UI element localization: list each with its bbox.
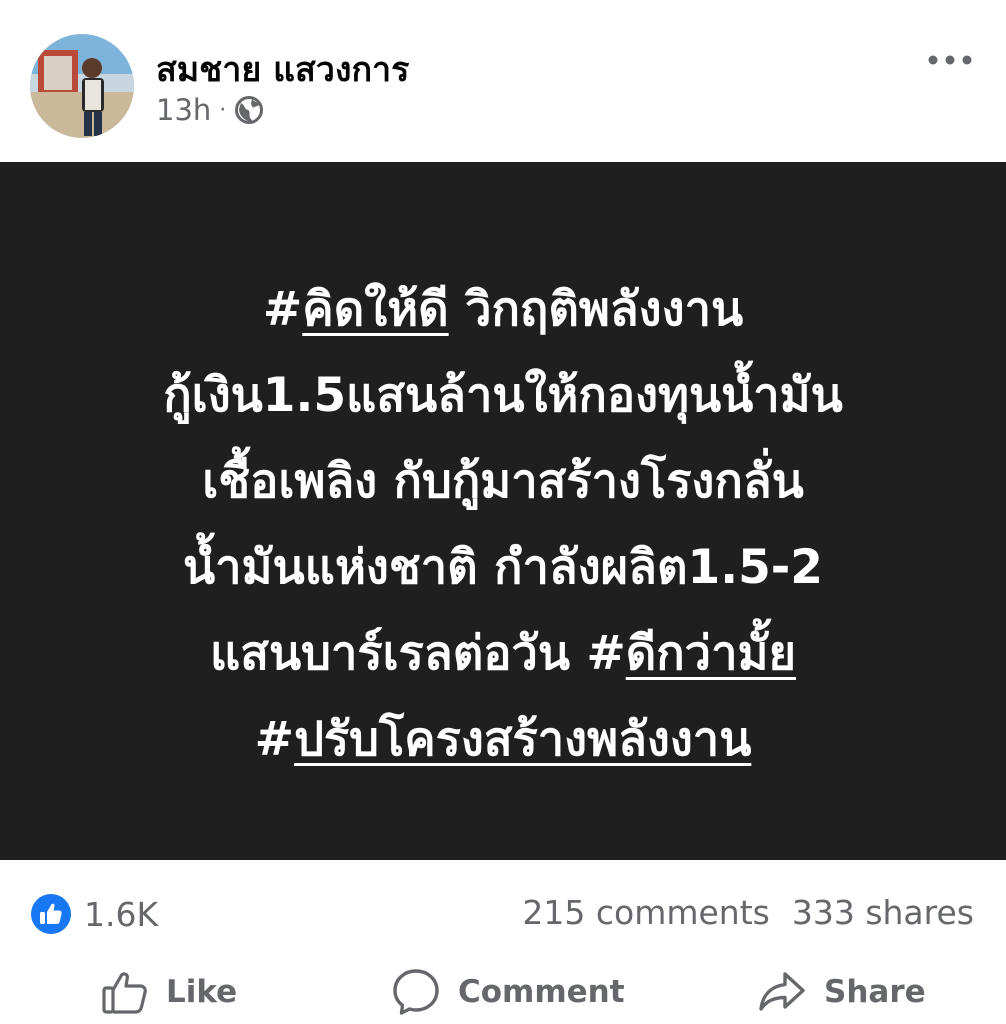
shares-count[interactable]: 333 shares bbox=[792, 893, 974, 932]
post-text-segment: กู้เงิน1.5แสนล้านให้กองทุนน้ำมัน bbox=[163, 368, 843, 423]
reactions-summary[interactable]: 1.6K bbox=[30, 893, 158, 935]
post-stats: 1.6K 215 comments 333 shares bbox=[0, 860, 1006, 964]
post-text-line: น้ำมันแห่งชาติ กำลังผลิต1.5-2 bbox=[30, 525, 976, 611]
more-icon bbox=[928, 55, 972, 65]
post-text-segment: เชื้อเพลิง กับกู้มาสร้างโรงกลั่น bbox=[202, 454, 804, 509]
share-arrow-icon bbox=[759, 972, 805, 1011]
post-time[interactable]: 13h bbox=[156, 93, 211, 127]
post-meta: 13h · bbox=[156, 90, 264, 130]
post-text-line: เชื้อเพลิง กับกู้มาสร้างโรงกลั่น bbox=[30, 439, 976, 525]
avatar-photo bbox=[30, 34, 134, 138]
author-name[interactable]: สมชาย แสวงการ bbox=[156, 42, 409, 96]
post-header: สมชาย แสวงการ 13h · bbox=[0, 0, 1006, 162]
share-button[interactable]: Share bbox=[756, 966, 926, 1018]
post-image[interactable]: #คิดให้ดี วิกฤติพลังงาน กู้เงิน1.5แสนล้าน… bbox=[0, 162, 1006, 860]
like-label: Like bbox=[166, 974, 238, 1010]
post-text-line: กู้เงิน1.5แสนล้านให้กองทุนน้ำมัน bbox=[30, 353, 976, 439]
post-actions: Like Comment Share bbox=[0, 956, 1006, 1024]
comment-bubble-icon bbox=[393, 969, 439, 1015]
share-label: Share bbox=[824, 974, 926, 1010]
post-image-text: #คิดให้ดี วิกฤติพลังงาน กู้เงิน1.5แสนล้าน… bbox=[30, 267, 976, 783]
like-reaction-icon bbox=[30, 893, 72, 935]
comments-count[interactable]: 215 comments bbox=[522, 893, 769, 932]
post-text-segment: วิกฤติพลังงาน bbox=[448, 282, 744, 337]
post-text-line: แสนบาร์เรลต่อวัน #ดีกว่ามั้ย bbox=[30, 611, 976, 697]
meta-separator: · bbox=[219, 97, 227, 123]
post-text-line: #ปรับโครงสร้างพลังงาน bbox=[30, 697, 976, 783]
reactions-count: 1.6K bbox=[84, 894, 159, 934]
like-button[interactable]: Like bbox=[100, 966, 237, 1018]
post-text-line: #คิดให้ดี วิกฤติพลังงาน bbox=[30, 267, 976, 353]
globe-icon bbox=[234, 95, 264, 125]
post-text-segment: # bbox=[254, 712, 295, 767]
more-options-button[interactable] bbox=[922, 42, 978, 78]
comment-button[interactable]: Comment bbox=[390, 966, 625, 1018]
post-text-segment: แสนบาร์เรลต่อวัน # bbox=[210, 626, 626, 681]
post-text-segment: # bbox=[262, 282, 303, 337]
post-text-segment: น้ำมันแห่งชาติ กำลังผลิต1.5-2 bbox=[183, 540, 823, 595]
thumbs-up-icon bbox=[102, 972, 147, 1014]
author-avatar[interactable] bbox=[30, 34, 134, 138]
hashtag-link[interactable]: คิดให้ดี bbox=[302, 282, 448, 337]
hashtag-link[interactable]: ปรับโครงสร้างพลังงาน bbox=[294, 712, 751, 767]
engagement-counts: 215 comments 333 shares bbox=[522, 893, 974, 932]
hashtag-link[interactable]: ดีกว่ามั้ย bbox=[626, 626, 796, 681]
comment-label: Comment bbox=[458, 974, 625, 1010]
